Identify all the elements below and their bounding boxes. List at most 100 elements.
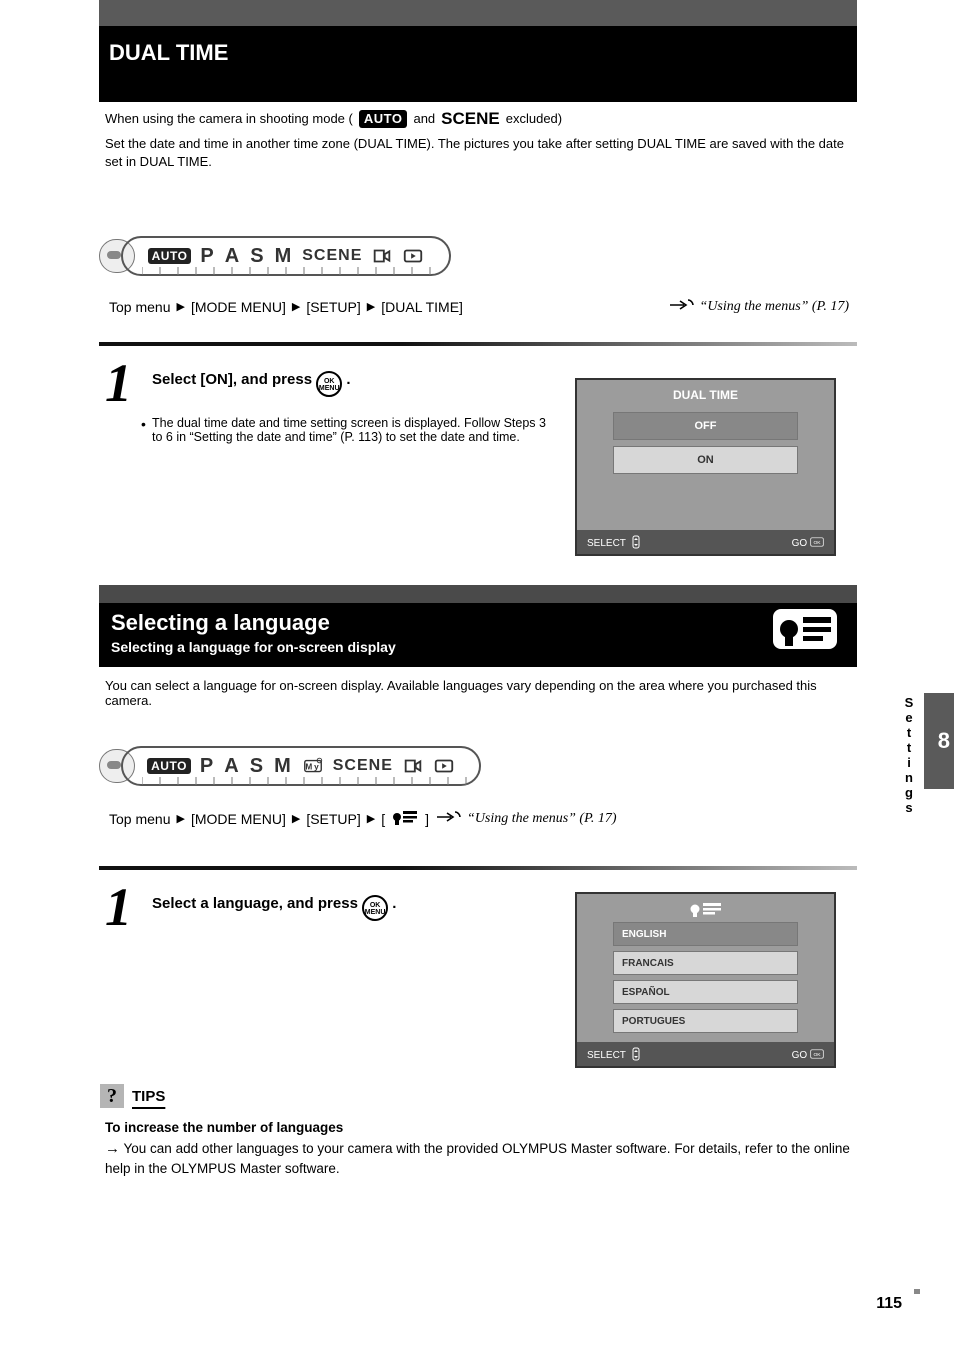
breadcrumb-arrow-icon: ▶ xyxy=(176,812,184,825)
ok-menu-button-icon: OKMENU xyxy=(316,371,342,397)
language-pictogram-icon xyxy=(771,607,839,656)
right-arrow-icon: → xyxy=(105,1140,120,1157)
step-text-before: Select [ON], and press xyxy=(152,371,316,388)
crumb-reference: “Using the menus” (P. 17) xyxy=(700,299,849,315)
breadcrumb-arrow-icon: ▶ xyxy=(367,300,375,313)
section-title: Selecting a language xyxy=(111,610,330,636)
section-subtitle: Selecting a language for on-screen displ… xyxy=(111,639,396,655)
question-mark-icon: ? xyxy=(100,1084,124,1108)
section-body-language: You can select a language for on-screen … xyxy=(99,678,857,708)
section-subtitle-block: When using the camera in shooting mode (… xyxy=(99,107,857,172)
lcd-title: DUAL TIME xyxy=(577,388,834,402)
scene-mode-label: SCENE xyxy=(441,107,500,132)
breadcrumb-arrow-icon: ▶ xyxy=(367,812,375,825)
footer-mark xyxy=(914,1289,920,1294)
tips-heading: ? TIPS xyxy=(100,1084,165,1108)
lcd-option-espanol: ESPAÑOL xyxy=(613,980,798,1004)
lcd-footer: SELECT GO OK xyxy=(577,530,834,554)
lcd-option-off: OFF xyxy=(613,412,798,440)
running-header-bar xyxy=(99,0,857,28)
ok-menu-button-icon: OKMENU xyxy=(362,895,388,921)
section-body: Set the date and time in another time zo… xyxy=(105,135,851,173)
crumb-item-open: [ xyxy=(381,811,385,827)
separator-gradient xyxy=(99,342,857,346)
section-title: DUAL TIME xyxy=(109,40,228,66)
step-bullet: The dual time date and time setting scre… xyxy=(152,416,557,444)
crumb-item: [MODE MENU] xyxy=(191,299,286,315)
dial-mode-p: P xyxy=(200,755,215,778)
ok-box-icon: OK xyxy=(810,1050,824,1061)
language-pictogram-icon-white xyxy=(577,900,834,923)
dial-mode-auto: AUTO xyxy=(148,248,192,264)
lcd-foot-select-label: SELECT xyxy=(587,538,626,549)
crumb-item: [SETUP] xyxy=(306,299,360,315)
step-text-after: . xyxy=(392,895,396,912)
language-pictogram-icon-small xyxy=(391,808,419,829)
updown-arrows-icon xyxy=(629,538,643,549)
menu-breadcrumb-language: Top menu ▶ [MODE MENU] ▶ [SETUP] ▶ [ ] “… xyxy=(109,808,849,829)
crumb-item: [DUAL TIME] xyxy=(381,299,463,315)
subtitle-suffix: excluded) xyxy=(506,110,562,129)
ok-box-icon: OK xyxy=(810,538,824,549)
playback-mode-icon xyxy=(433,755,455,778)
lcd-foot-go-label: GO xyxy=(792,538,808,549)
crumb-reference: “Using the menus” (P. 17) xyxy=(467,811,616,827)
crumb-item: [SETUP] xyxy=(306,811,360,827)
lcd-footer: SELECT GO OK xyxy=(577,1042,834,1066)
lcd-option-francais: FRANCAIS xyxy=(613,951,798,975)
step-number: 1 xyxy=(105,352,132,414)
tips-body: To increase the number of languages → Yo… xyxy=(105,1118,850,1179)
breadcrumb-arrow-icon: ▶ xyxy=(292,812,300,825)
section-dualtime-header: DUAL TIME xyxy=(99,26,857,80)
crumb-item: Top menu xyxy=(109,299,170,315)
step-text-before: Select a language, and press xyxy=(152,895,362,912)
subtitle-mid: and xyxy=(413,110,435,129)
dial-mode-m: M xyxy=(274,755,293,778)
step-instruction-language: Select a language, and press OKMENU . xyxy=(152,894,557,921)
dial-mode-a: A xyxy=(224,755,240,778)
tips-text: You can add other languages to your came… xyxy=(105,1141,850,1177)
updown-arrows-icon xyxy=(629,1050,643,1061)
step-text-after: . xyxy=(346,371,350,388)
lcd-foot-go-label: GO xyxy=(792,1050,808,1061)
playback-mode-icon xyxy=(402,245,424,268)
section-language-header: Selecting a language Selecting a languag… xyxy=(99,585,857,667)
tips-label: TIPS xyxy=(132,1088,165,1105)
reference-pointer-icon xyxy=(668,298,694,315)
mymode-icon: My xyxy=(302,755,324,778)
chapter-number: 8 xyxy=(938,728,950,754)
svg-text:OK: OK xyxy=(813,540,821,546)
lcd-option-english: ENGLISH xyxy=(613,922,798,946)
dial-mode-a: A xyxy=(225,245,241,268)
step-instruction-dualtime: Select [ON], and press OKMENU . xyxy=(152,370,557,397)
page-number: 115 xyxy=(876,1295,902,1313)
separator-gradient xyxy=(99,866,857,870)
auto-mode-badge: AUTO xyxy=(359,110,408,128)
crumb-item-close: ] xyxy=(425,811,429,827)
dial-mode-m: M xyxy=(275,245,294,268)
lcd-option-portugues: PORTUGUES xyxy=(613,1009,798,1033)
dial-mode-auto: AUTO xyxy=(147,758,191,774)
section-header-bar xyxy=(99,80,857,102)
lcd-foot-select-label: SELECT xyxy=(587,1050,626,1061)
movie-mode-icon xyxy=(402,755,424,778)
breadcrumb-arrow-icon: ▶ xyxy=(292,300,300,313)
step-number: 1 xyxy=(105,876,132,938)
crumb-item: Top menu xyxy=(109,811,170,827)
lcd-option-on: ON xyxy=(613,446,798,474)
svg-text:OK: OK xyxy=(813,1052,821,1058)
subtitle-prefix: When using the camera in shooting mode ( xyxy=(105,110,353,129)
dial-mode-scene: SCENE xyxy=(333,757,393,775)
crumb-item: [MODE MENU] xyxy=(191,811,286,827)
reference-pointer-icon xyxy=(435,810,461,827)
dial-mode-p: P xyxy=(200,245,215,268)
dial-mode-scene: SCENE xyxy=(302,247,362,265)
lcd-screenshot-language: ENGLISH FRANCAIS ESPAÑOL PORTUGUES SELEC… xyxy=(575,892,836,1068)
dial-mode-s: S xyxy=(250,755,265,778)
lcd-screenshot-dualtime: DUAL TIME OFF ON SELECT GO OK xyxy=(575,378,836,556)
menu-breadcrumb-dualtime: Top menu ▶ [MODE MENU] ▶ [SETUP] ▶ [DUAL… xyxy=(109,298,849,315)
dial-mode-s: S xyxy=(250,245,265,268)
svg-text:My: My xyxy=(305,763,320,772)
tips-bold-line: To increase the number of languages xyxy=(105,1118,850,1138)
breadcrumb-arrow-icon: ▶ xyxy=(176,300,184,313)
